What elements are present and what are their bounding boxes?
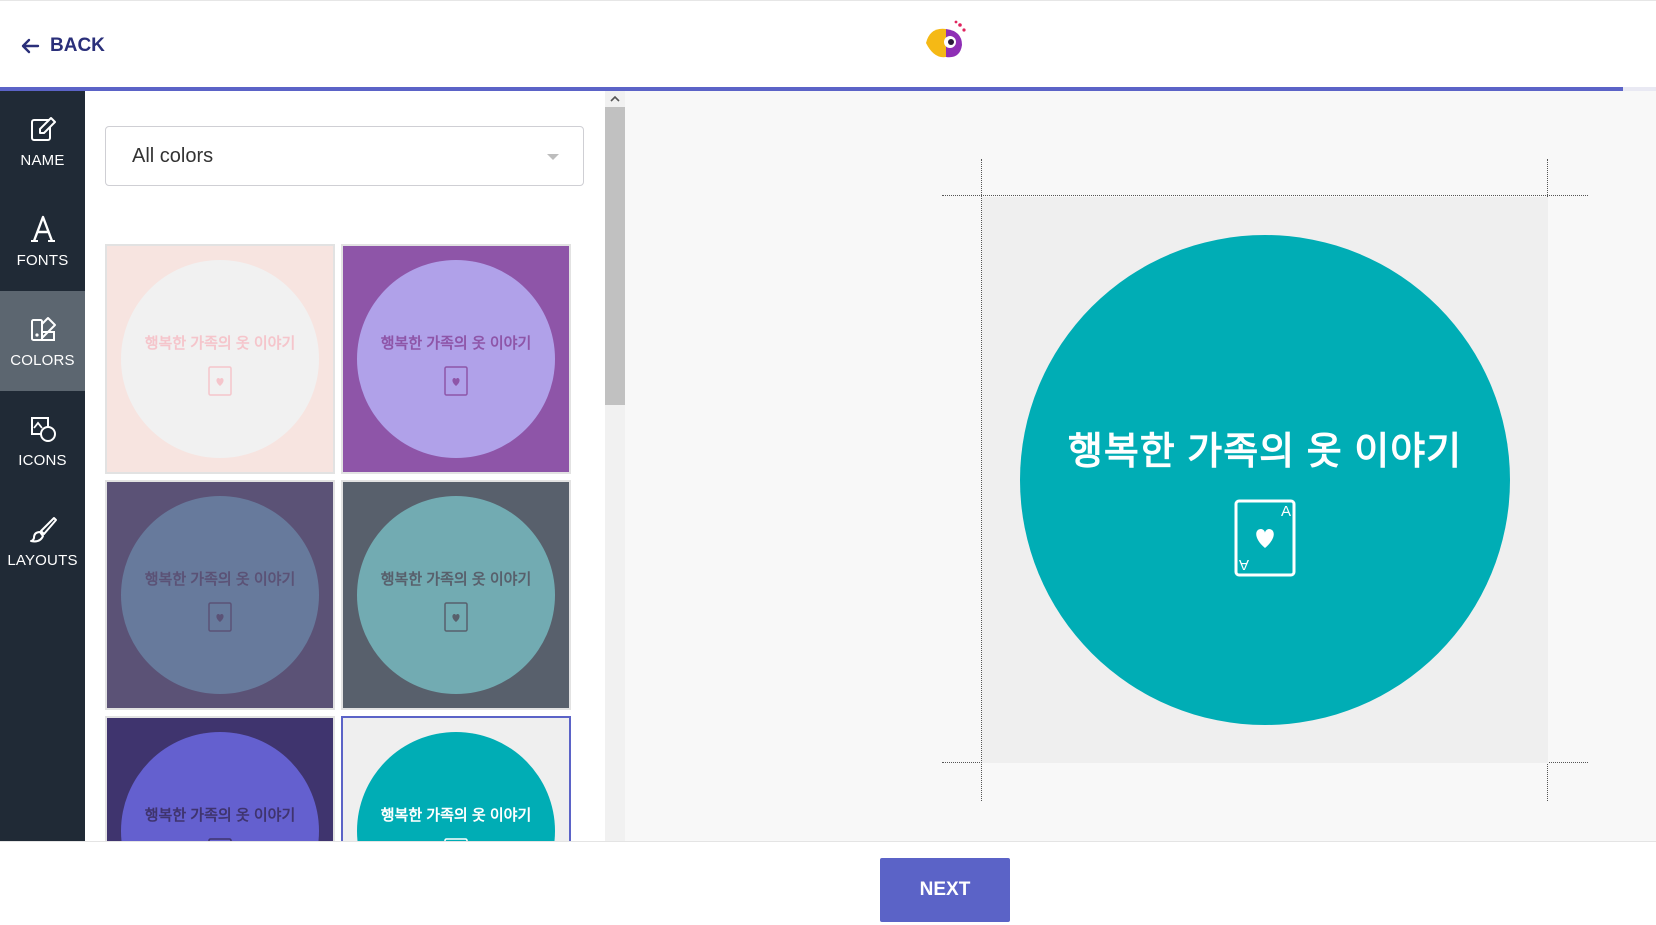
sidebar: NAME FONTS COLORS ICONS LAYOUTS bbox=[0, 91, 85, 841]
pencil-edit-icon bbox=[30, 116, 56, 141]
design-preview-area: 행복한 가족의 옷 이야기 A A bbox=[625, 91, 1656, 841]
color-option-tile[interactable]: 행복한 가족의 옷 이야기 bbox=[105, 244, 335, 474]
color-palette-icon bbox=[30, 316, 56, 341]
sidebar-item-label: ICONS bbox=[18, 451, 67, 469]
tile-circle bbox=[121, 260, 319, 458]
parrot-logo-icon bbox=[926, 20, 966, 58]
sidebar-item-label: FONTS bbox=[16, 251, 69, 269]
color-option-tile[interactable]: 행복한 가족의 옷 이야기 bbox=[105, 716, 335, 841]
sidebar-item-name[interactable]: NAME bbox=[0, 91, 85, 191]
color-option-tile[interactable]: 행복한 가족의 옷 이야기 bbox=[341, 480, 571, 710]
tile-text: 행복한 가족의 옷 이야기 bbox=[144, 807, 296, 824]
tile-text: 행복한 가족의 옷 이야기 bbox=[144, 571, 296, 588]
shapes-icon bbox=[30, 416, 56, 442]
svg-text:A: A bbox=[1239, 556, 1249, 573]
ace-of-hearts-card-icon bbox=[208, 366, 232, 396]
sidebar-item-label: COLORS bbox=[10, 351, 75, 369]
sidebar-item-icons[interactable]: ICONS bbox=[0, 391, 85, 491]
color-filter-value: All colors bbox=[132, 144, 214, 167]
color-option-tile[interactable]: 행복한 가족의 옷 이야기 bbox=[105, 480, 335, 710]
brush-icon bbox=[29, 516, 57, 542]
scroll-up-arrow-icon[interactable] bbox=[605, 91, 625, 105]
color-options-panel: All colors 행복한 가족의 옷 이야기 행복한 가족의 옷 이야기 행복한… bbox=[85, 91, 605, 841]
chevron-down-icon bbox=[547, 154, 559, 160]
tile-text: 행복한 가족의 옷 이야기 bbox=[380, 571, 532, 588]
color-option-tile[interactable]: 행복한 가족의 옷 이야기 bbox=[341, 716, 571, 841]
panel-scrollbar[interactable] bbox=[605, 91, 625, 841]
footer: NEXT bbox=[0, 841, 1656, 925]
ace-of-hearts-card-icon: A A bbox=[1234, 499, 1296, 577]
sidebar-item-colors[interactable]: COLORS bbox=[0, 291, 85, 391]
arrow-left-icon bbox=[21, 38, 40, 54]
sidebar-item-label: LAYOUTS bbox=[7, 551, 78, 569]
ace-of-hearts-card-icon bbox=[444, 602, 468, 632]
sidebar-item-fonts[interactable]: FONTS bbox=[0, 191, 85, 291]
color-filter-select[interactable]: All colors bbox=[105, 126, 584, 186]
tile-text: 행복한 가족의 옷 이야기 bbox=[380, 807, 532, 824]
back-label: BACK bbox=[50, 35, 105, 56]
sidebar-item-layouts[interactable]: LAYOUTS bbox=[0, 491, 85, 591]
tile-circle bbox=[357, 260, 555, 458]
back-button[interactable]: BACK bbox=[18, 31, 105, 61]
ace-of-hearts-card-icon bbox=[444, 366, 468, 396]
svg-text:A: A bbox=[1281, 503, 1291, 520]
logo-text: 행복한 가족의 옷 이야기 bbox=[1067, 431, 1463, 473]
tile-text: 행복한 가족의 옷 이야기 bbox=[144, 335, 296, 352]
logo-circle: 행복한 가족의 옷 이야기 A A bbox=[1020, 235, 1510, 725]
crop-guide-top bbox=[942, 195, 1588, 196]
tile-circle bbox=[357, 496, 555, 694]
header: BACK bbox=[0, 0, 1656, 92]
scrollbar-thumb[interactable] bbox=[605, 107, 625, 405]
preview-canvas: 행복한 가족의 옷 이야기 A A bbox=[982, 197, 1548, 763]
tile-text: 행복한 가족의 옷 이야기 bbox=[380, 335, 532, 352]
color-option-tile[interactable]: 행복한 가족의 옷 이야기 bbox=[341, 244, 571, 474]
sidebar-item-label: NAME bbox=[20, 151, 65, 169]
next-button[interactable]: NEXT bbox=[880, 858, 1010, 922]
tile-circle bbox=[121, 496, 319, 694]
ace-of-hearts-card-icon bbox=[208, 602, 232, 632]
font-letter-icon bbox=[30, 215, 55, 242]
